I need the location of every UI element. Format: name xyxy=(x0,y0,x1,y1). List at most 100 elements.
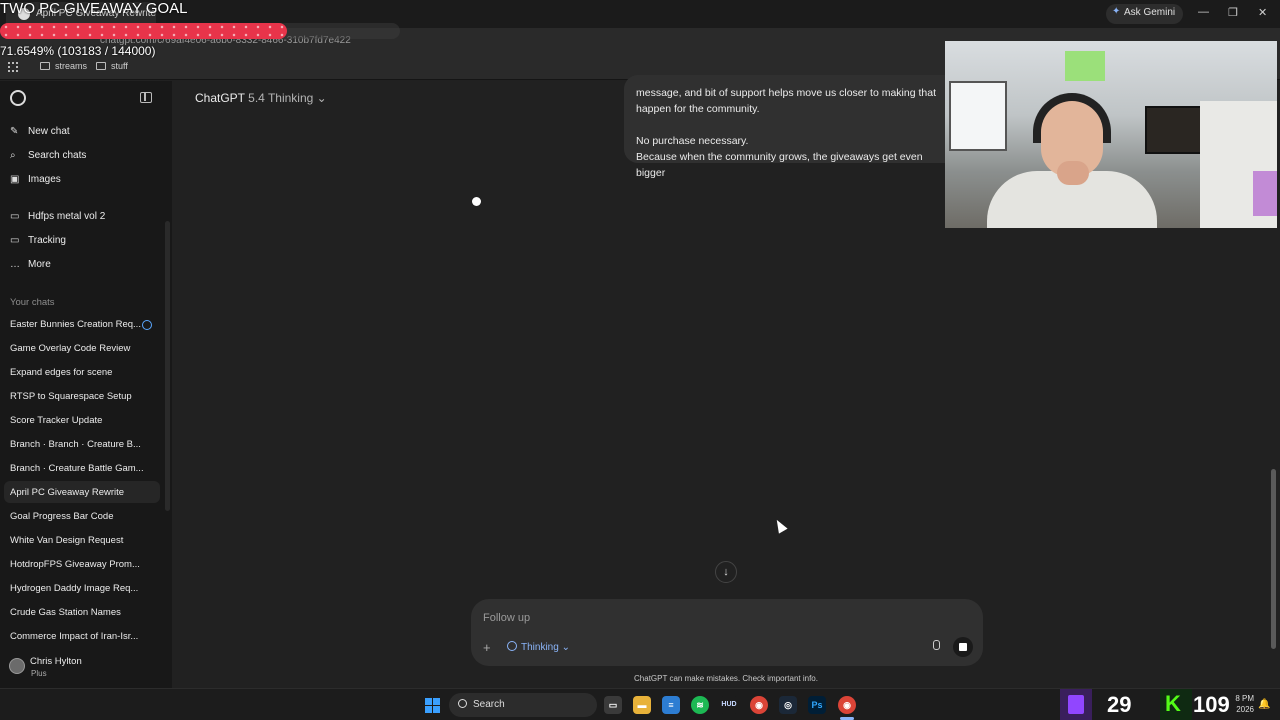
gemini-spark-icon: ✦ xyxy=(1112,6,1121,17)
user-profile-button[interactable]: Chris Hylton Plus xyxy=(0,651,172,687)
thinking-mode-button[interactable]: Thinking ⌄ xyxy=(507,641,570,653)
mode-label: Thinking xyxy=(521,642,559,653)
webcam-window xyxy=(949,81,1007,151)
chat-item[interactable]: Commerce Impact of Iran-Isr... xyxy=(4,625,160,647)
taskbar: Search ▭ ▬ ≡ ≋ HUD ◉ ◎ Ps ◉ 29 109 8 PM … xyxy=(0,688,1280,720)
clock-date: 2026 xyxy=(1236,705,1254,714)
your-chats-label: Your chats xyxy=(10,297,55,308)
message-line: Because when the community grows, the gi… xyxy=(636,151,923,179)
sidebar-scrollbar[interactable] xyxy=(165,221,170,511)
chat-item[interactable]: White Van Design Request xyxy=(4,529,160,551)
model-selector[interactable]: ChatGPT 5.4 Thinking ⌄ xyxy=(195,91,327,105)
model-version: 5.4 Thinking xyxy=(248,91,314,105)
project-tracking[interactable]: ▭ Tracking xyxy=(10,235,160,253)
loading-spinner-icon xyxy=(142,320,152,330)
notepad-icon[interactable]: ≡ xyxy=(662,696,680,714)
search-icon xyxy=(458,699,467,708)
images-button[interactable]: ▣ Images xyxy=(10,174,160,192)
avatar xyxy=(9,658,25,674)
notification-bell-icon[interactable]: 🔔 xyxy=(1258,699,1270,710)
webcam-overlay xyxy=(945,41,1277,228)
stop-generating-button[interactable] xyxy=(953,637,973,657)
folder-icon xyxy=(40,62,50,70)
more-icon: … xyxy=(10,259,20,270)
chat-item[interactable]: Crude Gas Station Names xyxy=(4,601,160,623)
nav-label: More xyxy=(28,259,51,270)
folder-icon: ▭ xyxy=(10,211,20,222)
twitch-viewer-count: 29 xyxy=(1107,692,1132,717)
mouse-cursor-icon xyxy=(772,517,788,534)
file-explorer-icon[interactable]: ▬ xyxy=(633,696,651,714)
scroll-down-button[interactable]: ↓ xyxy=(715,561,737,583)
steam-icon[interactable]: ◎ xyxy=(779,696,797,714)
clock[interactable]: 8 PM 2026 xyxy=(1232,693,1254,715)
main-scrollbar[interactable] xyxy=(1271,469,1276,649)
chatgpt-logo-icon[interactable] xyxy=(10,90,26,106)
search-chats-button[interactable]: ⌕ Search chats xyxy=(10,150,160,168)
chat-item[interactable]: Easter Bunnies Creation Req... xyxy=(4,313,160,335)
giveaway-goal-title: TWO PC GIVEAWAY GOAL xyxy=(0,0,188,17)
minimize-button[interactable]: — xyxy=(1198,6,1209,18)
ask-gemini-button[interactable]: ✦ Ask Gemini xyxy=(1106,4,1184,24)
chevron-down-icon: ⌄ xyxy=(316,91,327,105)
folder-icon: ▭ xyxy=(10,235,20,246)
chat-item[interactable]: Score Tracker Update xyxy=(4,409,160,431)
chat-item[interactable]: RTSP to Squarespace Setup xyxy=(4,385,160,407)
nav-label: Hdfps metal vol 2 xyxy=(28,211,106,222)
task-view-icon[interactable]: ▭ xyxy=(604,696,622,714)
chrome-active-icon[interactable]: ◉ xyxy=(838,696,856,714)
chat-item[interactable]: Branch · Creature Battle Gam... xyxy=(4,457,160,479)
bookmark-label: stuff xyxy=(111,61,128,71)
message-line: message, and bit of support helps move u… xyxy=(636,87,936,99)
spotify-icon[interactable]: ≋ xyxy=(691,696,709,714)
kick-viewer-count: 109 xyxy=(1193,692,1230,717)
thinking-indicator-dot xyxy=(472,197,481,206)
nav-label: Tracking xyxy=(28,235,66,246)
close-window-button[interactable]: ✕ xyxy=(1258,6,1267,19)
maximize-button[interactable]: ❐ xyxy=(1228,6,1238,19)
sidebar-toggle-icon[interactable] xyxy=(140,92,152,103)
chat-item[interactable]: Game Overlay Code Review xyxy=(4,337,160,359)
screen: April PC Giveaway Rewrite ✦ Ask Gemini —… xyxy=(0,0,1280,720)
chat-item[interactable]: Goal Progress Bar Code xyxy=(4,505,160,527)
twitch-icon[interactable] xyxy=(1060,689,1092,720)
giveaway-goal-bar xyxy=(0,23,400,39)
webcam-tv xyxy=(1145,106,1203,154)
nav-label: Images xyxy=(28,174,61,185)
windows-start-icon[interactable] xyxy=(425,698,440,713)
bookmark-stuff[interactable]: stuff xyxy=(96,61,128,71)
pencil-icon: ✎ xyxy=(10,126,19,137)
bookmark-label: streams xyxy=(55,61,88,71)
more-button[interactable]: … More xyxy=(10,259,160,277)
chat-item-active[interactable]: April PC Giveaway Rewrite xyxy=(4,481,160,503)
bookmark-streams[interactable]: streams xyxy=(40,61,87,71)
nav-label: Search chats xyxy=(28,150,87,161)
ask-gemini-label: Ask Gemini xyxy=(1124,7,1176,18)
taskbar-search[interactable]: Search xyxy=(449,693,597,717)
chat-item[interactable]: Branch · Branch · Creature B... xyxy=(4,433,160,455)
message-line: happen for the community. xyxy=(636,103,760,115)
webcam-green-light xyxy=(1065,51,1105,81)
add-attachment-button[interactable]: + xyxy=(483,640,491,655)
taskbar-search-label: Search xyxy=(473,699,505,710)
new-chat-button[interactable]: ✎ New chat xyxy=(10,126,160,144)
user-name: Chris Hylton xyxy=(30,656,82,667)
photoshop-icon[interactable]: Ps xyxy=(808,696,826,714)
hud-fx-icon[interactable]: HUD xyxy=(720,696,738,714)
chat-item[interactable]: Hydrogen Daddy Image Req... xyxy=(4,577,160,599)
chat-item[interactable]: Expand edges for scene xyxy=(4,361,160,383)
search-icon: ⌕ xyxy=(10,150,16,161)
project-hdfps-metal[interactable]: ▭ Hdfps metal vol 2 xyxy=(10,211,160,229)
apps-grid-icon[interactable] xyxy=(8,62,18,72)
follow-up-input[interactable] xyxy=(483,609,903,627)
sidebar: ✎ New chat ⌕ Search chats ▣ Images ▭ Hdfps m… xyxy=(0,81,172,688)
webcam-headset xyxy=(1033,93,1111,143)
webcam-hand xyxy=(1057,161,1089,185)
chrome-icon[interactable]: ◉ xyxy=(750,696,768,714)
nav-label: New chat xyxy=(28,126,70,137)
giveaway-goal-progress: 71.6549% (103183 / 144000) xyxy=(0,44,156,58)
window-controls: — ❐ ✕ xyxy=(1180,4,1280,24)
microphone-icon[interactable] xyxy=(931,640,941,652)
kick-icon[interactable] xyxy=(1160,689,1192,720)
chat-item[interactable]: HotdropFPS Giveaway Prom... xyxy=(4,553,160,575)
